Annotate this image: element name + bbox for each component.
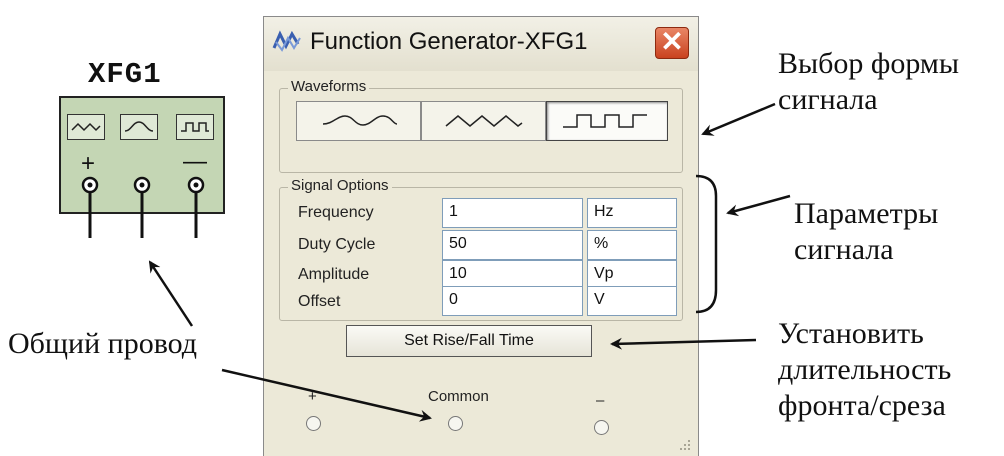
arrow-common-terminal <box>221 368 432 422</box>
arrow-rise-fall <box>610 337 757 350</box>
annotation-arrows <box>148 102 791 422</box>
signal-params-bracket <box>695 174 718 314</box>
arrow-waveforms <box>701 102 776 136</box>
arrow-signal-params <box>726 194 791 217</box>
arrow-symbol-common <box>148 260 194 327</box>
